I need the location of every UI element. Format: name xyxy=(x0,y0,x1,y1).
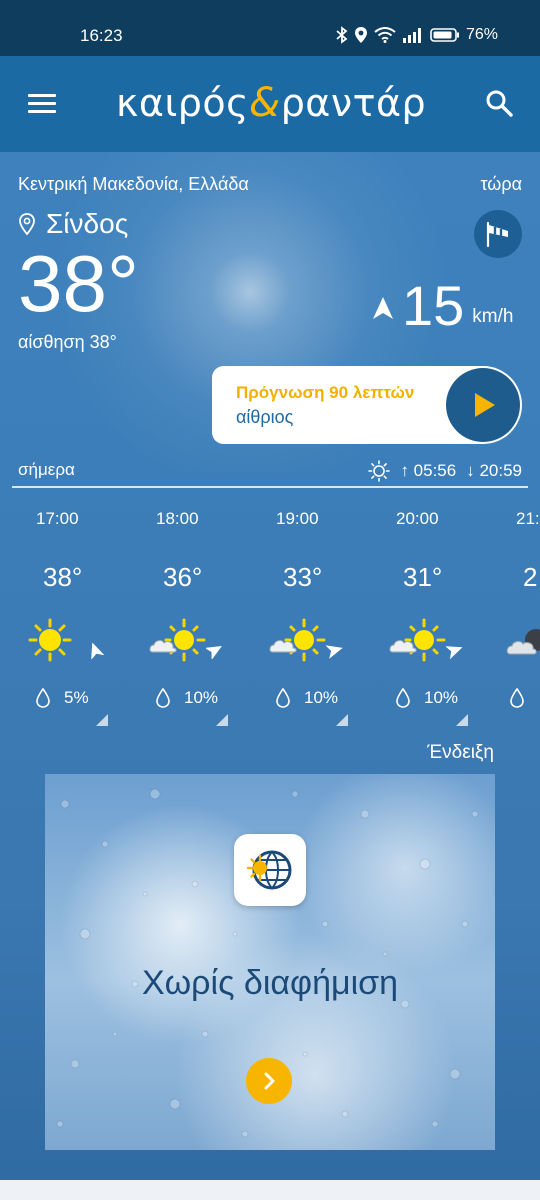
sunset: ↓ 20:59 xyxy=(466,461,522,480)
sun-cloud-icon xyxy=(389,618,446,662)
sunrise: ↑ 05:56 xyxy=(400,461,457,480)
wind-arrow-icon xyxy=(91,642,104,659)
city-name: Σίνδος xyxy=(46,208,129,239)
raindrop-icon xyxy=(510,688,524,708)
wind-speed-value: 15 xyxy=(402,274,465,337)
city-selector[interactable]: Σίνδος xyxy=(18,208,128,240)
ad-next-button[interactable] xyxy=(246,1058,292,1104)
precip-chance: 5% xyxy=(64,688,89,707)
feels-like: αίσθηση 38° xyxy=(18,332,117,352)
bluetooth-icon xyxy=(336,26,348,44)
now-label: τώρα xyxy=(480,174,522,194)
current-temperature: 38° xyxy=(18,239,139,328)
precip-chance: 10% xyxy=(304,688,339,707)
raindrop-icon xyxy=(156,688,170,708)
search-icon[interactable] xyxy=(484,88,514,118)
ad-text: Χωρίς διαφήμιση xyxy=(141,964,399,1002)
app-icon xyxy=(234,834,306,906)
hour-temp: 2 xyxy=(523,562,538,592)
app-bar: καιρός&ραντάρ xyxy=(0,56,540,152)
sun-cloud-icon xyxy=(149,618,206,662)
hour-time: 17:00 xyxy=(36,509,79,528)
bottom-strip xyxy=(0,1180,540,1200)
hour-item[interactable]: 18:00 36° 10% xyxy=(120,500,240,740)
precip-chance: 10% xyxy=(424,688,459,707)
hour-time: 18:00 xyxy=(156,509,199,528)
status-bar: 16:23 76% xyxy=(0,0,540,56)
location-icon xyxy=(354,27,367,43)
today-header: σήμερα ↑ 05:56 ↓ 20:59 xyxy=(18,460,522,484)
raindrop-icon xyxy=(396,688,410,708)
expand-corner-icon xyxy=(96,714,108,726)
forecast-card-subtitle: αίθριος xyxy=(236,407,294,427)
forecast-card-title: Πρόγνωση 90 λεπτών xyxy=(236,383,415,402)
sun-cloud-icon xyxy=(269,618,326,662)
hour-temp: 36° xyxy=(163,562,203,592)
hour-item[interactable]: 21: 2 xyxy=(480,500,540,740)
arrow-up-icon: ↑ xyxy=(400,461,409,480)
hour-item[interactable]: 19:00 33° 10% xyxy=(240,500,360,740)
wind-speed: 15 km/h xyxy=(372,278,513,334)
hour-time: 19:00 xyxy=(276,509,319,528)
hour-time: 20:00 xyxy=(396,509,439,528)
wind-direction-icon xyxy=(373,297,393,319)
raindrop-icon xyxy=(276,688,290,708)
location-pin-icon xyxy=(19,213,35,236)
wind-arrow-icon xyxy=(326,645,343,659)
sun-icon xyxy=(28,618,72,662)
hour-temp: 38° xyxy=(43,562,83,592)
battery-level: 76% xyxy=(465,26,498,43)
ad-label: Ένδειξη xyxy=(427,742,494,763)
signal-icon xyxy=(402,28,421,43)
today-label: σήμερα xyxy=(18,460,75,479)
hour-item[interactable]: 20:00 31° 10% xyxy=(360,500,480,740)
precip-chance: 10% xyxy=(184,688,219,707)
play-icon xyxy=(475,393,495,417)
battery-icon xyxy=(430,28,459,42)
hour-temp: 33° xyxy=(283,562,323,592)
hour-temp: 31° xyxy=(403,562,443,592)
raindrop-icon xyxy=(36,688,50,708)
hour-item[interactable]: 17:00 38° 5% xyxy=(0,500,120,740)
expand-corner-icon xyxy=(336,714,348,726)
wind-arrow-icon xyxy=(206,646,222,659)
forecast-90min-card[interactable]: Πρόγνωση 90 λεπτών αίθριος xyxy=(212,366,522,444)
expand-corner-icon xyxy=(456,714,468,726)
wifi-icon xyxy=(374,27,396,43)
chevron-right-icon xyxy=(264,1072,275,1090)
status-icons: 76% xyxy=(336,26,498,44)
sun-times: ↑ 05:56 ↓ 20:59 xyxy=(368,460,522,482)
wind-button[interactable] xyxy=(474,210,522,258)
expand-corner-icon xyxy=(216,714,228,726)
region-label: Κεντρική Μακεδονία, Ελλάδα xyxy=(18,174,249,194)
sun-outline-icon xyxy=(368,460,391,482)
wind-arrow-icon xyxy=(446,646,463,659)
windsock-icon xyxy=(486,221,508,248)
arrow-down-icon: ↓ xyxy=(466,461,475,480)
menu-button[interactable] xyxy=(28,94,56,114)
sun-globe-icon xyxy=(246,850,292,890)
menu-icon xyxy=(28,94,56,97)
status-time: 16:23 xyxy=(80,26,123,45)
play-button[interactable] xyxy=(446,368,520,442)
app-logo: καιρός&ραντάρ xyxy=(116,80,427,126)
hourly-forecast[interactable]: 17:00 38° 5% 18:00 36° 10% 19:00 33° 10%… xyxy=(0,500,540,740)
current-weather: Κεντρική Μακεδονία, Ελλάδα τώρα Σίνδος 3… xyxy=(0,152,540,472)
wind-speed-unit: km/h xyxy=(472,306,514,327)
moon-cloud-icon xyxy=(506,629,540,655)
ad-banner[interactable]: Χωρίς διαφήμιση xyxy=(45,774,495,1150)
divider xyxy=(12,486,528,488)
hour-time: 21: xyxy=(516,509,540,528)
